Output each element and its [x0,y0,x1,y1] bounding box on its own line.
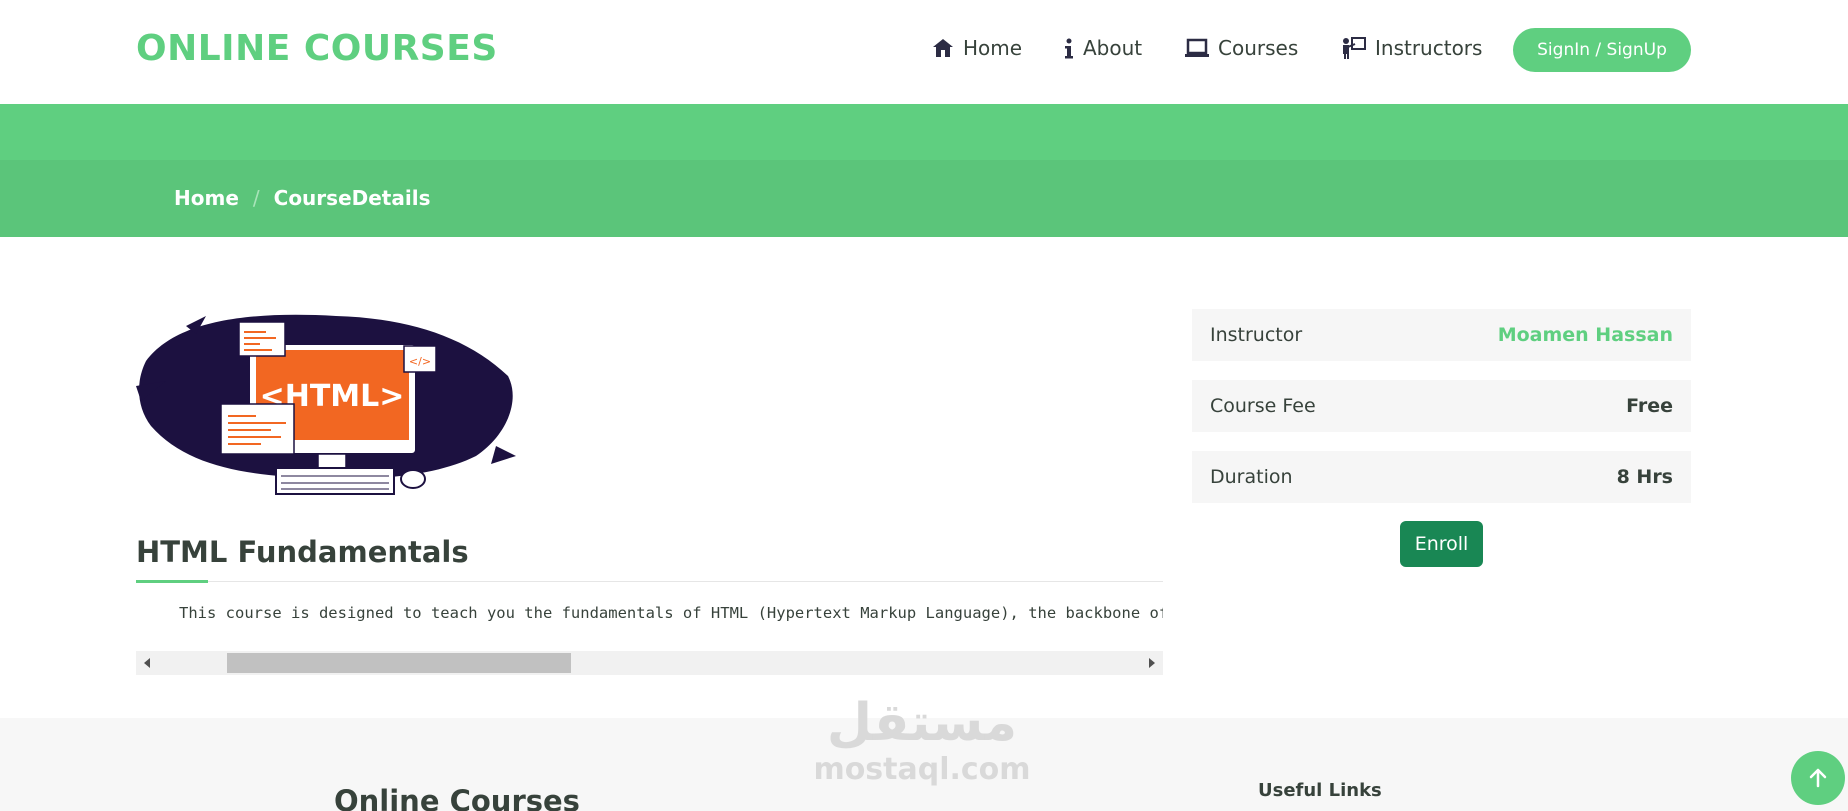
signin-signup-button[interactable]: SignIn / SignUp [1513,28,1691,72]
scrollbar-thumb[interactable] [226,653,571,673]
code-tag-label: </> [409,355,431,368]
nav-instructors[interactable]: Instructors [1341,36,1482,60]
back-to-top-button[interactable] [1791,751,1845,805]
duration-value: 8 Hrs [1616,466,1673,488]
course-image: <HTML> </> [136,314,516,495]
nav-about[interactable]: About [1064,36,1142,60]
course-description: This course is designed to teach you the… [179,604,1163,622]
title-divider [136,581,1163,582]
course-fee-row: Course Fee Free [1192,380,1691,432]
nav-courses-label: Courses [1218,36,1299,60]
nav-instructors-label: Instructors [1375,36,1483,60]
instructor-row: Instructor Moamen Hassan [1192,309,1691,361]
banner-top [0,104,1848,160]
presenter-icon [1343,37,1366,59]
info-icon [1065,38,1073,59]
site-logo[interactable]: ONLINE COURSES [136,28,498,69]
breadcrumb-current: CourseDetails [273,186,431,210]
scroll-right-icon[interactable] [1149,658,1155,668]
breadcrumb-home-link[interactable]: Home [174,186,239,210]
course-fee-label: Course Fee [1210,395,1316,417]
horizontal-scrollbar[interactable] [136,651,1163,675]
nav-home-label: Home [963,36,1023,60]
instructor-label: Instructor [1210,324,1303,346]
nav-about-label: About [1083,36,1143,60]
watermark-arabic: مستقل [826,693,1018,753]
duration-label: Duration [1210,466,1293,488]
breadcrumb: Home / CourseDetails [174,186,430,210]
enroll-button[interactable]: Enroll [1400,521,1483,567]
site-header: ONLINE COURSES Home About Courses Instru… [0,0,1848,104]
title-accent-line [136,580,208,583]
course-description-box: This course is designed to teach you the… [136,596,1163,652]
footer-brand: Online Courses [334,784,580,811]
arrow-up-icon [1809,768,1827,788]
course-fee-value: Free [1626,395,1673,417]
home-icon [933,39,953,57]
instructor-name-link[interactable]: Moamen Hassan [1498,324,1673,346]
watermark: مستقل mostaql.com [812,692,1032,792]
laptop-icon [1185,38,1209,57]
nav-courses[interactable]: Courses [1185,36,1298,60]
nav-home[interactable]: Home [932,36,1022,60]
scroll-left-icon[interactable] [144,658,150,668]
footer-links-heading: Useful Links [1258,780,1382,801]
watermark-latin: mostaql.com [813,752,1031,787]
duration-row: Duration 8 Hrs [1192,451,1691,503]
breadcrumb-separator: / [252,186,260,210]
course-title: HTML Fundamentals [136,535,469,569]
